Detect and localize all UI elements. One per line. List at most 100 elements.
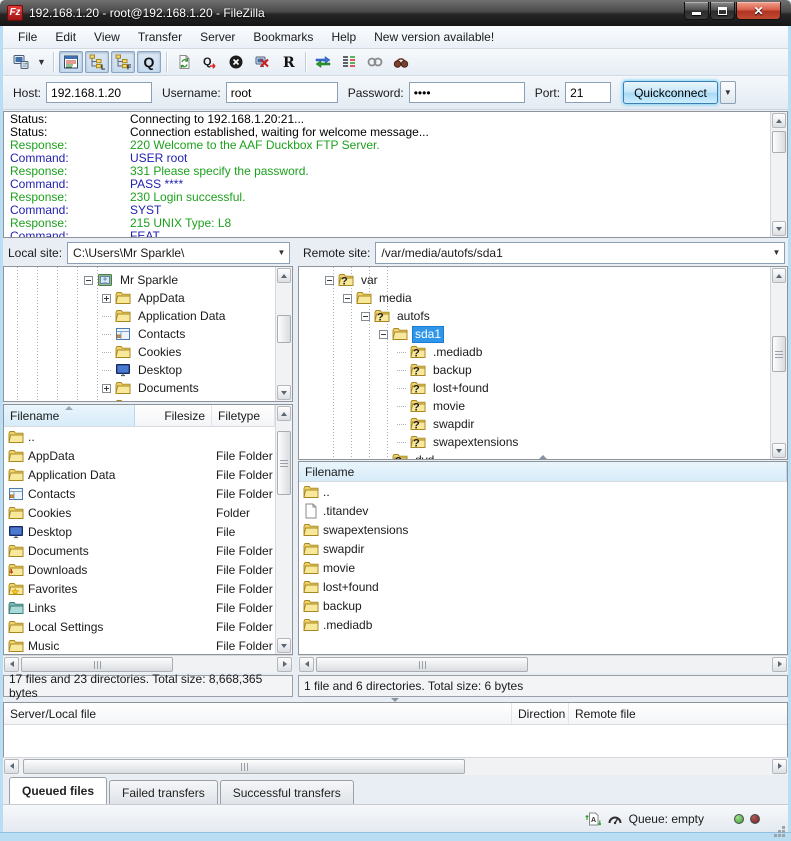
column-header-filename[interactable]: Filename [299,462,787,481]
tree-item-downloads[interactable]: Downloads [135,399,200,403]
menu-view[interactable]: View [85,27,129,47]
tree-row[interactable]: ?lost+found [299,379,769,397]
tree-item-documents[interactable]: Documents [135,381,202,396]
tree-item-application-data[interactable]: Application Data [135,309,228,324]
menu-server[interactable]: Server [191,27,244,47]
tree-item-appdata[interactable]: AppData [135,291,188,306]
column-header-filesize[interactable]: Filesize [135,405,212,426]
tree-row[interactable]: Cookies [4,343,274,361]
directory-comparison-button[interactable] [337,51,361,73]
file-row[interactable]: DownloadsFile Folder [4,560,275,579]
resize-grip[interactable] [782,826,785,829]
file-row[interactable]: .. [299,482,787,501]
speed-limits-icon[interactable] [607,811,623,827]
splitter-collapse-arrow[interactable] [539,455,547,459]
file-row[interactable]: swapextensions [299,520,787,539]
message-log-scrollbar[interactable] [770,112,787,237]
tree-row[interactable]: ?backup [299,361,769,379]
tree-row[interactable]: ?autofs [299,307,769,325]
port-input[interactable] [565,82,611,103]
site-manager-dropdown[interactable]: ▼ [34,57,49,67]
tree-row[interactable]: media [299,289,769,307]
tree-item-var[interactable]: var [358,273,381,288]
synchronized-browsing-button[interactable] [363,51,387,73]
quickconnect-dropdown[interactable]: ▼ [720,81,736,104]
username-input[interactable] [226,82,338,103]
file-row[interactable]: DesktopFile [4,522,275,541]
tree-item-dvd[interactable]: dvd [412,453,437,461]
tab-queued-files[interactable]: Queued files [9,777,107,804]
tab-failed-transfers[interactable]: Failed transfers [109,780,218,804]
collapse-icon[interactable] [361,312,370,321]
tree-item-desktop[interactable]: Desktop [135,363,185,378]
menu-new-version-available[interactable]: New version available! [365,27,503,47]
menu-transfer[interactable]: Transfer [129,27,191,47]
expand-icon[interactable] [102,384,111,393]
file-row[interactable]: swapdir [299,539,787,558]
chevron-down-icon[interactable]: ▼ [274,243,289,263]
tree-item--mediadb[interactable]: .mediadb [430,345,485,360]
site-manager-button[interactable] [9,51,33,73]
title-bar[interactable]: Fz 192.168.1.20 - root@192.168.1.20 - Fi… [0,0,791,26]
close-button[interactable]: ✕ [736,2,781,20]
tree-item-cookies[interactable]: Cookies [135,345,184,360]
toggle-remote-tree-button[interactable]: F [111,51,135,73]
tree-row[interactable]: ?dvd [299,451,769,460]
menu-help[interactable]: Help [322,27,365,47]
find-files-button[interactable] [389,51,413,73]
tree-item-mr-sparkle[interactable]: Mr Sparkle [117,273,181,288]
tree-row[interactable]: Documents [4,379,274,397]
tree-row[interactable]: Contacts [4,325,274,343]
tree-item-autofs[interactable]: autofs [394,309,433,324]
queue-hscrollbar[interactable] [3,757,788,775]
toggle-local-tree-button[interactable]: L [85,51,109,73]
collapse-icon[interactable] [343,294,352,303]
tree-item-media[interactable]: media [376,291,415,306]
file-row[interactable]: .titandev [299,501,787,520]
minimize-button[interactable] [684,2,709,20]
maximize-button[interactable] [710,2,735,20]
file-row[interactable]: CookiesFolder [4,503,275,522]
file-row[interactable]: DocumentsFile Folder [4,541,275,560]
column-header-direction[interactable]: Direction [512,703,569,724]
tree-row[interactable]: ?swapextensions [299,433,769,451]
collapse-icon[interactable] [84,276,93,285]
remote-site-combobox[interactable]: /var/media/autofs/sda1 ▼ [375,242,785,264]
tree-row[interactable]: sda1 [299,325,769,343]
local-tree-scrollbar[interactable] [275,267,292,401]
tree-row[interactable]: AppData [4,289,274,307]
cancel-button[interactable] [224,51,248,73]
tree-row[interactable]: ?movie [299,397,769,415]
collapse-icon[interactable] [325,276,334,285]
local-site-combobox[interactable]: C:\Users\Mr Sparkle\ ▼ [67,242,290,264]
local-list-scrollbar[interactable] [275,405,292,654]
menu-bookmarks[interactable]: Bookmarks [244,27,322,47]
file-transfer-button[interactable] [311,51,335,73]
reconnect-button[interactable]: R [276,51,300,73]
chevron-down-icon[interactable]: ▼ [769,243,784,263]
remote-tree-scrollbar[interactable] [770,267,787,459]
file-row[interactable]: AppDataFile Folder [4,446,275,465]
file-row[interactable]: lost+found [299,577,787,596]
tree-row[interactable]: Application Data [4,307,274,325]
file-row[interactable]: .mediadb [299,615,787,634]
tree-item-contacts[interactable]: Contacts [135,327,188,342]
collapse-icon[interactable] [379,330,388,339]
tree-row[interactable]: Downloads [4,397,274,402]
tree-item-sda1[interactable]: sda1 [412,326,444,343]
column-header-server-local-file[interactable]: Server/Local file [4,703,512,724]
expand-icon[interactable] [102,402,111,403]
file-row[interactable]: .. [4,427,275,446]
file-row[interactable]: movie [299,558,787,577]
file-row[interactable]: Local SettingsFile Folder [4,617,275,636]
tree-item-swapextensions[interactable]: swapextensions [430,435,521,450]
tree-item-movie[interactable]: movie [430,399,468,414]
menu-file[interactable]: File [9,27,46,47]
column-header-filetype[interactable]: Filetype [212,405,275,426]
tree-row[interactable]: ?var [299,271,769,289]
tree-row[interactable]: ?swapdir [299,415,769,433]
refresh-button[interactable] [172,51,196,73]
tree-item-lost-found[interactable]: lost+found [430,381,492,396]
host-input[interactable] [46,82,152,103]
file-row[interactable]: LinksFile Folder [4,598,275,617]
